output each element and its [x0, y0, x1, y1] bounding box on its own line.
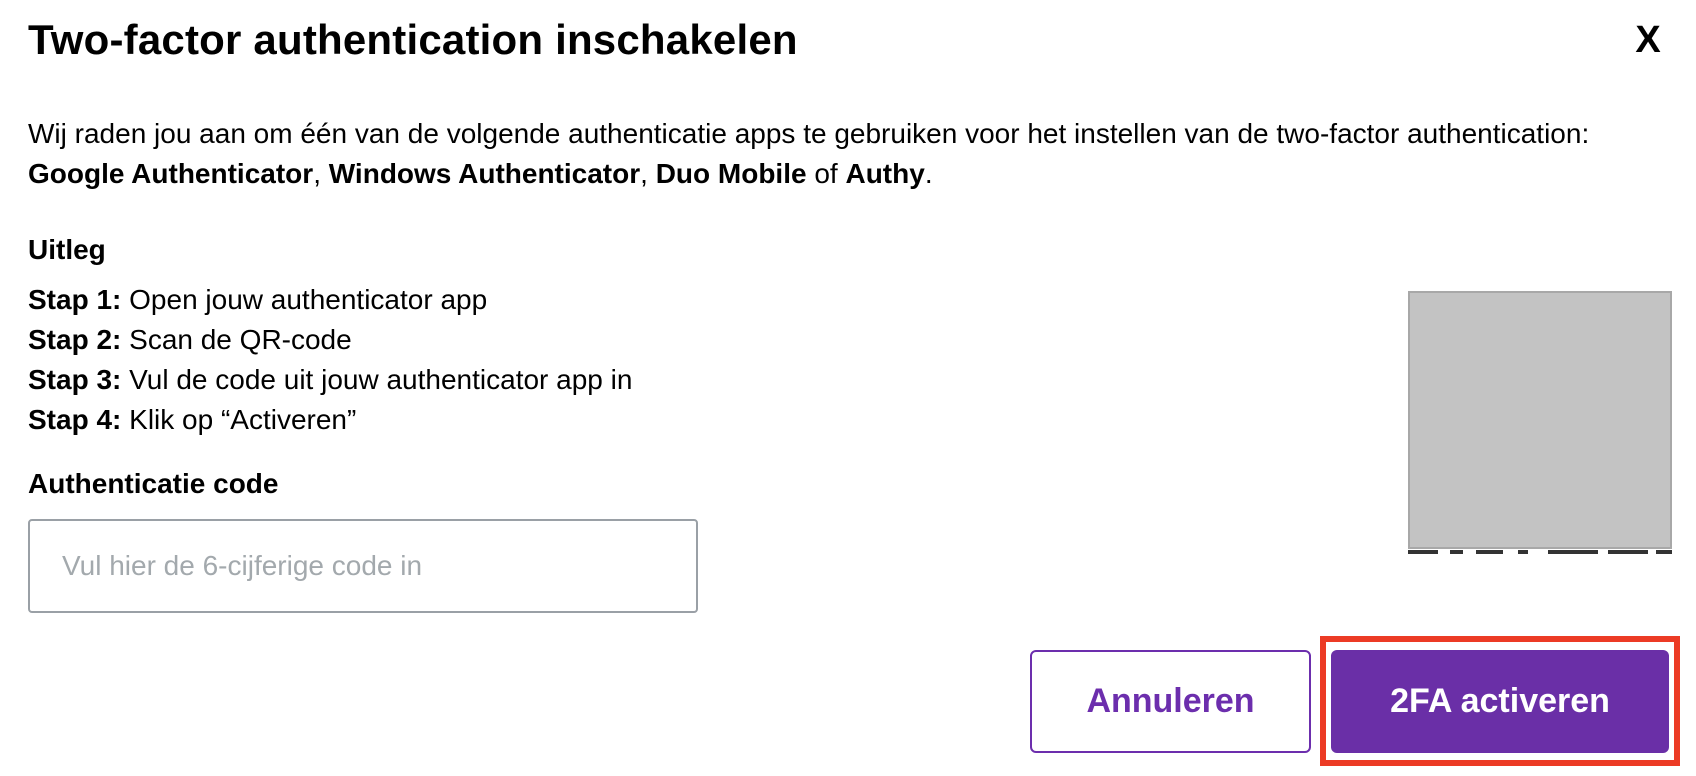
- instruction-step-4: Stap 4: Klik op “Activeren”: [28, 400, 632, 440]
- authenticator-app-duo: Duo Mobile: [655, 158, 807, 189]
- step-text: Scan de QR-code: [121, 324, 352, 355]
- step-label: Stap 1:: [28, 284, 122, 315]
- activate-2fa-button[interactable]: 2FA activeren: [1331, 650, 1669, 753]
- cancel-button[interactable]: Annuleren: [1030, 650, 1311, 753]
- instructions-heading: Uitleg: [28, 234, 106, 265]
- instruction-steps: Stap 1: Open jouw authenticator app Stap…: [28, 280, 632, 440]
- instruction-step-2: Stap 2: Scan de QR-code: [28, 320, 632, 360]
- instruction-step-3: Stap 3: Vul de code uit jouw authenticat…: [28, 360, 632, 400]
- step-text: Klik op “Activeren”: [121, 404, 357, 435]
- intro-conjunction: of: [806, 158, 846, 189]
- qr-code-edge: [1408, 550, 1672, 554]
- close-button[interactable]: X: [1618, 12, 1678, 68]
- step-label: Stap 3:: [28, 364, 122, 395]
- dialog-title: Two-factor authentication inschakelen: [28, 16, 798, 63]
- authentication-code-label: Authenticatie code: [28, 468, 279, 499]
- intro-text: Wij raden jou aan om één van de volgende…: [28, 118, 1590, 149]
- intro-ending: .: [924, 158, 933, 189]
- intro-separator: ,: [640, 158, 656, 189]
- step-label: Stap 4:: [28, 404, 122, 435]
- step-text: Vul de code uit jouw authenticator app i…: [121, 364, 633, 395]
- two-factor-dialog: Two-factor authentication inschakelen X …: [0, 0, 1696, 776]
- authenticator-apps-intro: Wij raden jou aan om één van de volgende…: [28, 114, 1658, 194]
- qr-code-icon: [1408, 291, 1672, 549]
- authenticator-app-windows: Windows Authenticator: [328, 158, 641, 189]
- instruction-step-1: Stap 1: Open jouw authenticator app: [28, 280, 632, 320]
- authenticator-app-google: Google Authenticator: [28, 158, 314, 189]
- authentication-code-input[interactable]: [28, 519, 698, 613]
- step-text: Open jouw authenticator app: [121, 284, 488, 315]
- authenticator-app-authy: Authy: [845, 158, 925, 189]
- step-label: Stap 2:: [28, 324, 122, 355]
- intro-separator: ,: [313, 158, 329, 189]
